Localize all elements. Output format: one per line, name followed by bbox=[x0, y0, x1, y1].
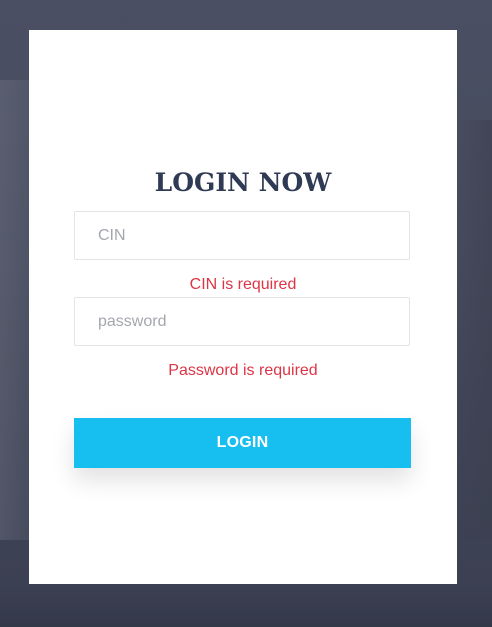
login-card: LOGIN NOW CIN is required Password is re… bbox=[29, 30, 457, 584]
background-bottom-band bbox=[0, 584, 492, 627]
cin-input[interactable] bbox=[74, 211, 410, 260]
login-button[interactable]: LOGIN bbox=[74, 418, 411, 468]
password-error-message: Password is required bbox=[168, 362, 318, 379]
login-title: LOGIN NOW bbox=[154, 168, 332, 197]
cin-error-message: CIN is required bbox=[189, 276, 297, 293]
password-input[interactable] bbox=[74, 297, 410, 346]
background-haze-right bbox=[452, 120, 492, 540]
